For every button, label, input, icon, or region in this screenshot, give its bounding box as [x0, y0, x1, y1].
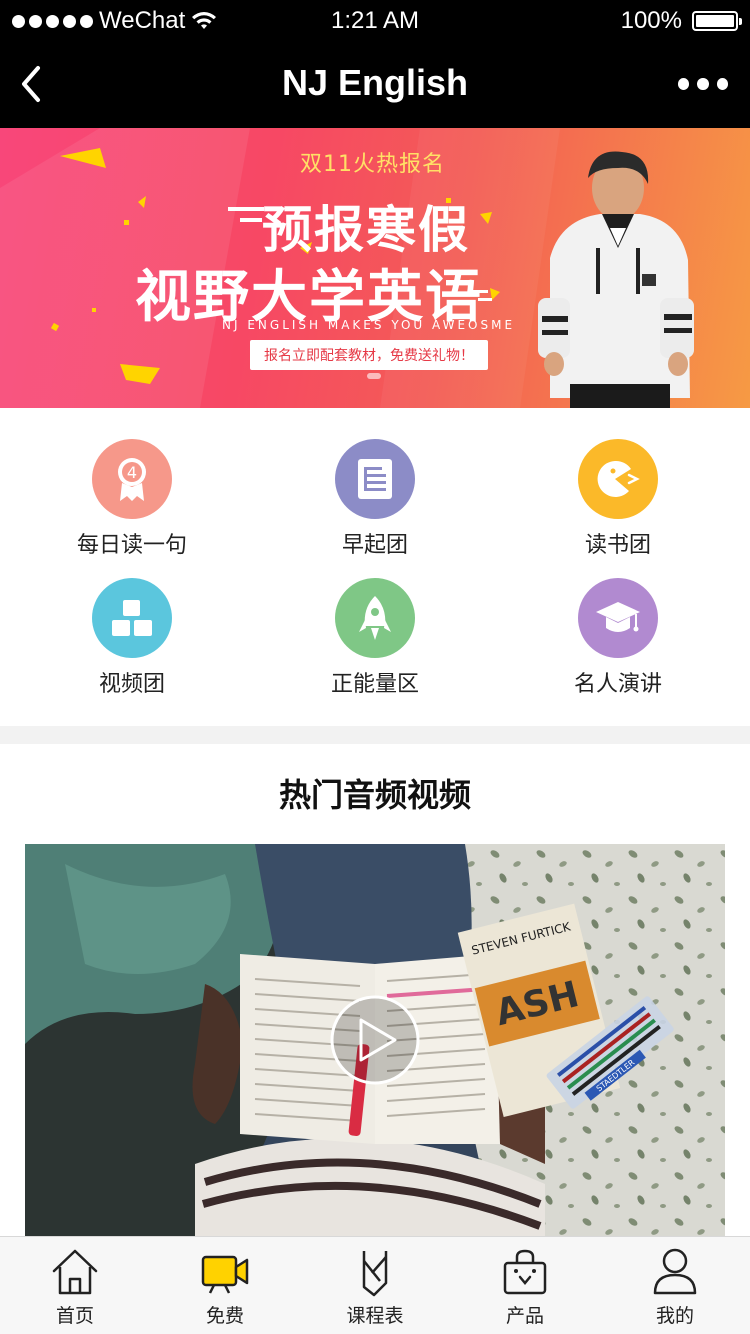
more-dot: [678, 78, 690, 90]
category-label: 名人演讲: [573, 672, 662, 697]
battery-icon: [692, 11, 742, 31]
more-dot: [697, 78, 709, 90]
category-label: 正能量区: [330, 672, 419, 697]
app-page: WeChat 1:21 AM 100% NJ English 双11火热报名 预…: [0, 0, 750, 1334]
category-daily-sentence[interactable]: 4 每日读一句: [32, 439, 232, 559]
battery-percent: 100%: [620, 7, 682, 34]
navigation-bar: NJ English: [0, 40, 750, 128]
document-icon: [358, 459, 392, 499]
tab-schedule[interactable]: 课程表: [300, 1237, 450, 1334]
home-icon: [52, 1249, 98, 1295]
category-celebrity-speech[interactable]: 名人演讲: [518, 578, 718, 698]
presenter-image: [538, 151, 694, 408]
tab-label: 课程表: [346, 1305, 404, 1327]
status-bar: WeChat 1:21 AM 100%: [0, 0, 750, 40]
hot-section-title: 热门音频视频: [278, 776, 471, 814]
tab-label: 我的: [655, 1305, 694, 1327]
category-label: 早起团: [341, 533, 408, 558]
banner-page-indicator: [367, 373, 381, 379]
pacman-icon: [597, 460, 640, 497]
tab-free[interactable]: 免费: [150, 1237, 300, 1334]
rocket-icon: [359, 596, 391, 640]
schedule-icon: [362, 1251, 388, 1297]
banner-pre-title: 双11火热报名: [300, 152, 445, 177]
banner-promo-pill: 报名立即配套教材，免费送礼物！: [250, 340, 488, 370]
category-icon-bg: [578, 578, 658, 658]
category-positive-energy[interactable]: 正能量区: [275, 578, 475, 698]
more-dot: [716, 78, 728, 90]
category-video-group[interactable]: 视频团: [32, 578, 232, 698]
tab-profile[interactable]: 我的: [600, 1237, 750, 1334]
bottom-tab-bar: 首页 免费 课程表 产品 我的: [0, 1236, 750, 1334]
battery-group: 100%: [620, 7, 742, 35]
category-icon-bg: 4: [92, 439, 172, 519]
svg-text:4: 4: [127, 463, 137, 482]
page-title: NJ English: [281, 62, 469, 103]
category-grid: 4 每日读一句 早起团 读书团 视频团 正能量区 名人演讲: [0, 408, 750, 726]
category-icon-bg: [335, 439, 415, 519]
category-early-rise[interactable]: 早起团: [275, 439, 475, 559]
video-thumbnail: STEVEN FURTICK ASH STAEDTLER: [25, 844, 725, 1236]
more-options-button[interactable]: [678, 70, 728, 98]
section-divider: [0, 726, 750, 744]
tab-products[interactable]: 产品: [450, 1237, 600, 1334]
tab-home[interactable]: 首页: [0, 1237, 150, 1334]
category-label: 每日读一句: [76, 533, 187, 558]
badge-4-icon: 4: [118, 458, 146, 501]
graduation-cap-icon: [596, 602, 640, 632]
tab-label: 产品: [505, 1305, 544, 1327]
video-camera-icon: [201, 1255, 249, 1294]
category-icon-bg: [578, 439, 658, 519]
category-label: 视频团: [98, 672, 165, 697]
blocks-icon: [112, 600, 152, 636]
shopping-bag-icon: [503, 1249, 547, 1295]
tab-label: 免费: [205, 1305, 244, 1327]
tab-label: 首页: [55, 1305, 94, 1327]
promo-banner[interactable]: 双11火热报名 预报寒假 视野大学英语 NJ ENGLISH MAKES YOU…: [0, 128, 750, 408]
category-icon-bg: [92, 578, 172, 658]
category-label: 读书团: [584, 533, 651, 558]
featured-video[interactable]: STEVEN FURTICK ASH STAEDTLER: [25, 844, 725, 1236]
category-icon-bg: [335, 578, 415, 658]
banner-tagline: NJ ENGLISH MAKES YOU AWEOSME: [222, 318, 516, 332]
user-icon: [653, 1248, 697, 1295]
category-reading-group[interactable]: 读书团: [518, 439, 718, 559]
